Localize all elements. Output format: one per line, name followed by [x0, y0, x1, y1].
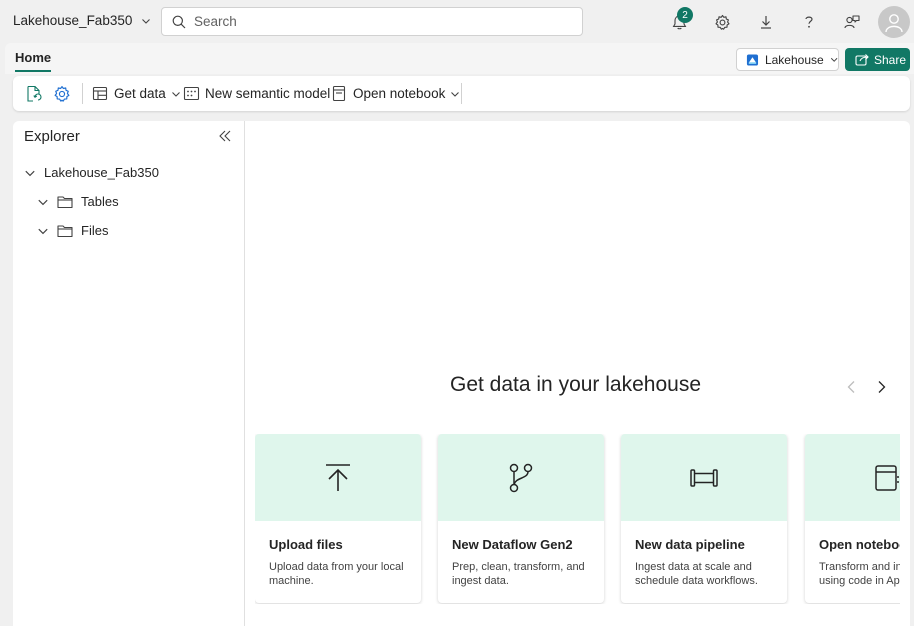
carousel-next-button[interactable]	[874, 379, 890, 395]
main-content: Get data in your lakehouse Upload files …	[245, 121, 910, 626]
workspace-switcher[interactable]: Lakehouse_Fab350	[13, 13, 151, 28]
card-description: Prep, clean, transform, and ingest data.	[452, 561, 585, 587]
chevron-down-icon	[830, 57, 838, 62]
gear-icon	[714, 14, 730, 30]
card-open-notebook[interactable]: Open notebook Transform and ingest data …	[805, 434, 900, 603]
get-data-heading: Get data in your lakehouse	[450, 373, 701, 396]
ribbon-toolbar: Get data New semantic model Open noteboo…	[13, 76, 910, 111]
card-title: New data pipeline	[635, 537, 745, 552]
lakehouse-label: Lakehouse	[764, 52, 824, 67]
share-button[interactable]: Share	[845, 48, 910, 71]
ribbon-divider	[82, 83, 83, 104]
card-header	[438, 434, 604, 521]
open-notebook-label: Open notebook	[353, 86, 446, 101]
tree-item-label: Tables	[81, 194, 119, 209]
lakehouse-settings-button[interactable]	[53, 76, 71, 111]
share-icon	[855, 54, 869, 66]
dataflow-icon	[509, 463, 533, 492]
folder-icon	[57, 224, 73, 237]
new-semantic-model-label: New semantic model	[205, 86, 331, 101]
lakehouse-switcher[interactable]: Lakehouse	[736, 48, 839, 71]
tree-item-files[interactable]: Files	[37, 223, 108, 238]
card-new-dataflow[interactable]: New Dataflow Gen2 Prep, clean, transform…	[438, 434, 604, 603]
chevron-down-icon	[142, 18, 151, 24]
explorer-pane: Explorer Lakehouse_Fab350 Tables Files	[13, 121, 245, 626]
avatar[interactable]	[878, 6, 910, 38]
gear-icon	[54, 85, 70, 102]
semantic-model-icon	[183, 86, 200, 101]
card-header	[621, 434, 787, 521]
lakehouse-icon	[746, 53, 759, 66]
top-bar: Lakehouse_Fab350 2	[0, 0, 914, 44]
tab-home[interactable]: Home	[15, 50, 52, 72]
refresh-document-icon	[27, 85, 42, 102]
workspace-title: Lakehouse_Fab350	[13, 13, 133, 28]
search-input[interactable]	[194, 14, 574, 29]
settings-button[interactable]	[711, 11, 733, 33]
tree-root-label: Lakehouse_Fab350	[44, 165, 159, 180]
refresh-button[interactable]	[25, 76, 43, 111]
search-box[interactable]	[161, 7, 583, 36]
tree-item-tables[interactable]: Tables	[37, 194, 119, 209]
help-button[interactable]	[798, 11, 820, 33]
double-chevron-left-icon	[219, 130, 231, 142]
carousel-prev-button[interactable]	[843, 379, 859, 395]
upload-icon	[326, 463, 350, 491]
collapse-pane-button[interactable]	[218, 129, 232, 146]
card-description: Ingest data at scale and schedule data w…	[635, 561, 758, 587]
chevron-down-icon	[38, 228, 48, 234]
chevron-down-icon	[171, 91, 180, 97]
download-icon	[761, 16, 771, 29]
card-title: Upload files	[269, 537, 343, 552]
new-semantic-model-button[interactable]: New semantic model	[183, 76, 330, 111]
people-feedback-icon	[844, 15, 860, 29]
download-button[interactable]	[755, 11, 777, 33]
question-icon	[805, 16, 813, 28]
get-data-carousel: Upload files Upload data from your local…	[255, 434, 900, 604]
card-header	[255, 434, 421, 521]
notebook-icon	[875, 464, 899, 491]
explorer-title: Explorer	[24, 128, 80, 145]
share-label: Share	[874, 52, 907, 67]
card-title: Open notebook	[819, 537, 900, 552]
card-description: Upload data from your local machine.	[269, 561, 404, 587]
notification-badge: 2	[677, 7, 693, 23]
folder-icon	[57, 195, 73, 208]
card-new-pipeline[interactable]: New data pipeline Ingest data at scale a…	[621, 434, 787, 603]
database-table-icon	[92, 86, 108, 101]
card-description: Transform and ingest data using code in …	[819, 561, 900, 587]
tree-item-label: Files	[81, 223, 109, 238]
open-notebook-button[interactable]: Open notebook	[331, 76, 460, 111]
chevron-down-icon	[451, 91, 460, 97]
get-data-label: Get data	[114, 86, 166, 101]
feedback-button[interactable]	[841, 11, 863, 33]
person-icon	[885, 14, 903, 33]
card-upload-files[interactable]: Upload files Upload data from your local…	[255, 434, 421, 603]
chevron-left-icon	[847, 381, 855, 393]
pipeline-icon	[690, 468, 718, 487]
ribbon-divider	[461, 83, 462, 104]
tree-root-lakehouse[interactable]: Lakehouse_Fab350	[24, 165, 159, 180]
get-data-button[interactable]: Get data	[92, 76, 181, 111]
card-header	[805, 434, 900, 521]
search-icon	[172, 15, 186, 28]
chevron-down-icon	[38, 199, 48, 205]
chevron-right-icon	[878, 381, 886, 393]
chevron-down-icon	[25, 170, 35, 176]
notebook-icon	[332, 85, 346, 102]
card-title: New Dataflow Gen2	[452, 537, 573, 552]
